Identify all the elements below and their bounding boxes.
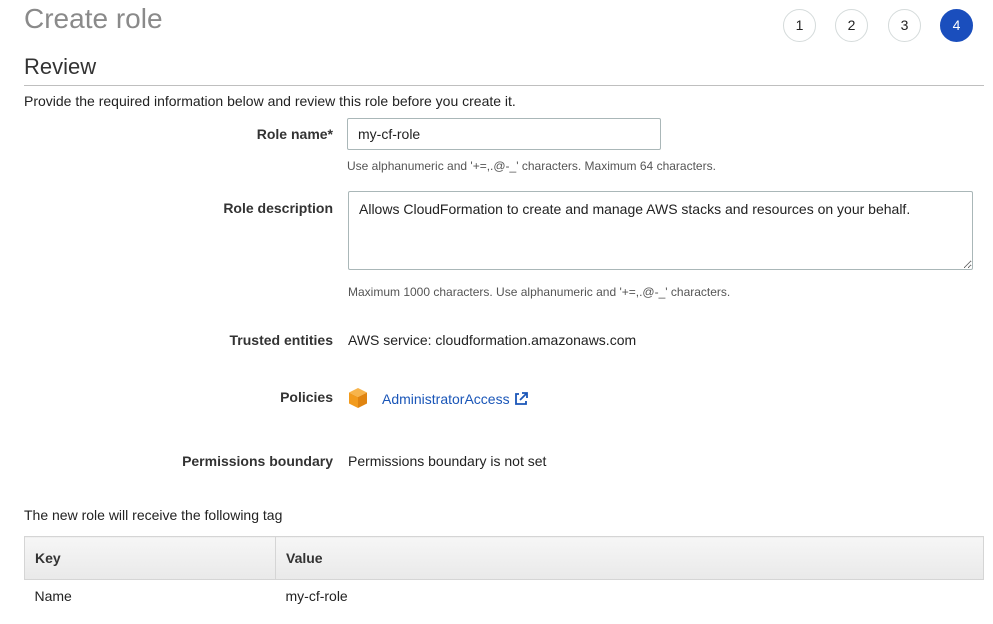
permissions-boundary-value: Permissions boundary is not set (348, 453, 547, 469)
tag-key-cell: Name (34, 588, 72, 604)
role-name-hint: Use alphanumeric and '+=,.@-_' character… (347, 159, 716, 173)
tag-value-cell: my-cf-role (285, 588, 348, 604)
step-4-indicator: 4 (940, 9, 973, 42)
review-intro: Provide the required information below a… (24, 93, 516, 109)
step-1-indicator[interactable]: 1 (783, 9, 816, 42)
tags-table-header-row: Key Value (24, 536, 984, 580)
aws-cube-icon (348, 387, 368, 409)
permissions-boundary-label: Permissions boundary (182, 453, 333, 469)
step-3-indicator[interactable]: 3 (888, 9, 921, 42)
role-description-hint: Maximum 1000 characters. Use alphanumeri… (348, 285, 731, 299)
role-description-textarea[interactable]: Allows CloudFormation to create and mana… (348, 191, 973, 270)
tags-intro: The new role will receive the following … (24, 507, 283, 523)
external-link-icon[interactable] (513, 391, 529, 407)
section-divider (24, 85, 984, 86)
policy-link-administratoraccess[interactable]: AdministratorAccess (382, 391, 510, 407)
role-name-label: Role name* (256, 126, 333, 142)
table-row: Name my-cf-role (25, 580, 984, 613)
value-column-header: Value (275, 536, 984, 580)
role-description-label: Role description (223, 200, 333, 216)
key-column-header: Key (24, 536, 276, 580)
step-2-indicator[interactable]: 2 (835, 9, 868, 42)
trusted-entities-label: Trusted entities (229, 332, 333, 348)
role-name-input[interactable] (347, 118, 661, 150)
tags-table: Key Value Name my-cf-role (24, 536, 984, 612)
trusted-entities-value: AWS service: cloudformation.amazonaws.co… (348, 332, 637, 348)
page-title: Create role (24, 3, 163, 34)
section-title: Review (24, 54, 97, 79)
policies-label: Policies (280, 389, 333, 405)
